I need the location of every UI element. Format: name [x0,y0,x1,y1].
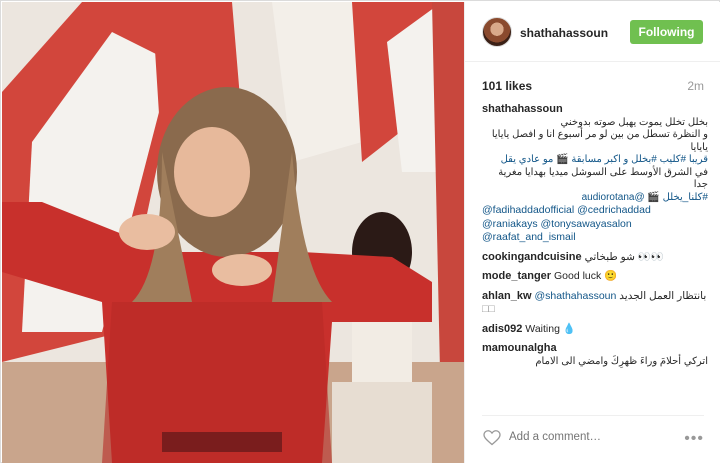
comment-text: شو طبخاتي 👀👀 [584,250,664,263]
following-button[interactable]: Following [630,20,703,44]
comment-username[interactable]: mamounalgha [482,342,557,354]
likes-row: 101 likes 2m [482,79,704,95]
comment-extra-glyphs: □□ [482,303,495,315]
comment-text: اتركي أحلامَ وراءَ ظهرِكَ وامضي الى الام… [535,355,708,367]
comment-item: mode_tanger Good luck 🙂 [482,270,708,284]
caption-username[interactable]: shathahassoun [482,103,563,115]
comment-username[interactable]: mode_tanger [482,270,551,282]
add-comment-input[interactable] [509,431,669,443]
comment-mention[interactable]: @shathahassoun [534,290,616,302]
instagram-post-modal: shathahassoun Following 101 likes 2m sha… [0,0,720,463]
caption-line: بخلل تخلل يموت يهبل صوته بدوخني [560,116,708,128]
post-photo[interactable] [2,2,464,463]
comment-item: ahlan_kw @shathahassoun بانتظار العمل ال… [482,290,708,317]
caption: shathahassoun بخلل تخلل يموت يهبل صوته ب… [482,103,708,245]
comment-username[interactable]: cookingandcuisine [482,251,582,263]
more-options-icon[interactable]: ••• [684,430,704,448]
comment-text: Good luck 🙂 [554,270,618,282]
comment-item: cookingandcuisine شو طبخاتي 👀👀 [482,251,708,265]
caption-line: في الشرق الأوسط على السوشل ميديا بهدايا … [498,166,708,191]
likes-count[interactable]: 101 likes [482,79,532,93]
avatar[interactable] [482,17,512,47]
caption-mentions[interactable]: @raniakays @tonysawayasalon [482,218,708,232]
comment-username[interactable]: ahlan_kw [482,290,532,302]
comment-username[interactable]: adis092 [482,323,522,335]
post-time[interactable]: 2m [687,79,704,93]
comments-list: shathahassoun بخلل تخلل يموت يهبل صوته ب… [482,103,708,415]
caption-text: بخلل تخلل يموت يهبل صوته بدوخني و النظرة… [482,117,708,205]
caption-hashtags[interactable]: قريبا #كليب #بخلل و اكبر مسابقة 🎬 مو عاد… [482,154,708,167]
caption-mentions[interactable]: @raafat_and_ismail [482,231,708,245]
comment-text: Waiting 💧 [525,322,576,335]
caption-hashtags[interactable]: #كلنا_يخلل 🎬 @audiorotana [482,192,708,205]
heart-icon[interactable] [483,430,501,446]
photo-illustration [2,2,464,463]
footer-divider [482,415,704,416]
comment-item: mamounalgha اتركي أحلامَ وراءَ ظهرِكَ وا… [482,342,708,368]
caption-mentions[interactable]: @fadihaddadofficial @cedrichaddad [482,204,708,218]
comment-text: بانتظار العمل الجديد [619,289,707,302]
comment-item: adis092 Waiting 💧 [482,323,708,337]
post-side-panel: shathahassoun Following 101 likes 2m sha… [464,2,720,463]
caption-line: و النظرة تسطل من بين لو مر أسبوع انا و ا… [491,129,708,153]
post-header: shathahassoun Following [465,2,720,62]
username-link[interactable]: shathahassoun [520,26,608,40]
